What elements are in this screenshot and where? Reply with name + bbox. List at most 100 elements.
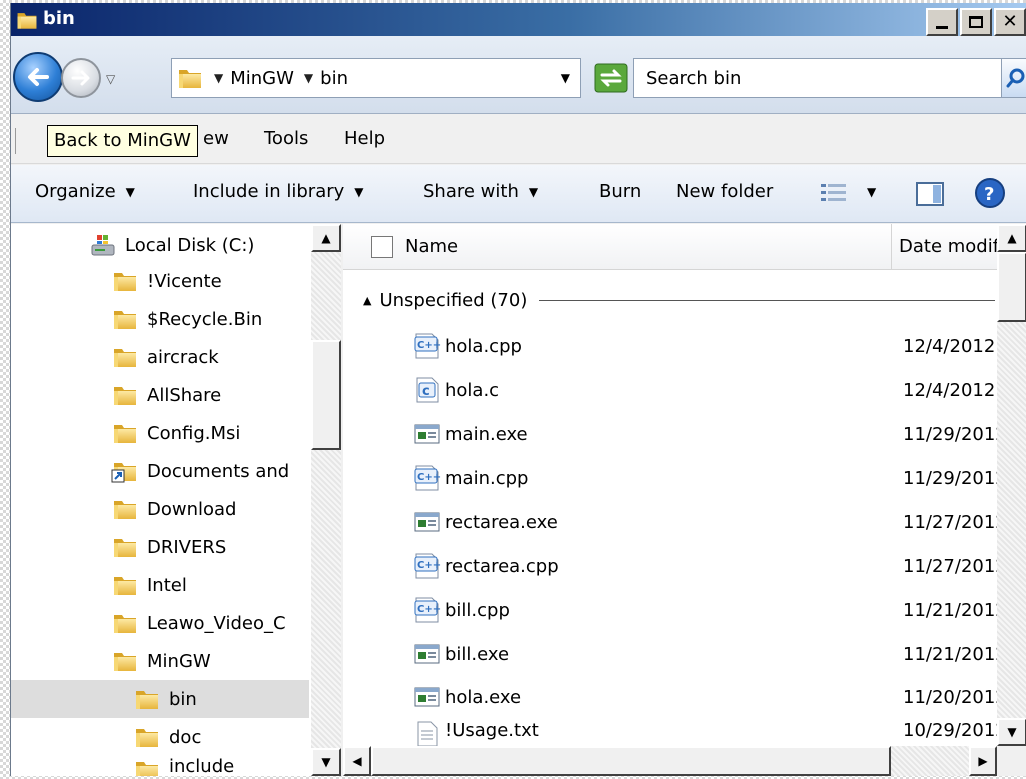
file-row[interactable]: bill.exe 11/21/2012 [413,634,1013,674]
folder-icon [111,343,139,371]
file-row[interactable]: hola.c 12/4/2012 ‹ [413,370,1013,410]
folder-icon [111,419,139,447]
group-header[interactable]: ▲ Unspecified (70) [363,290,1003,311]
folder-icon [176,64,204,92]
column-divider[interactable] [891,224,892,270]
preview-pane-icon[interactable] [915,180,945,208]
tree-item-recycle-bin[interactable]: $Recycle.Bin [111,300,311,338]
file-row[interactable]: main.cpp 11/29/2012 [413,458,1013,498]
tree-item-label: Download [147,498,237,520]
menu-help[interactable]: Help [344,128,385,149]
chevron-down-icon[interactable]: ▼ [867,185,876,199]
include-in-library-button[interactable]: Include in library ▼ [193,181,364,202]
file-row[interactable]: hola.exe 11/20/2012 [413,677,1013,717]
tree-item-leawo[interactable]: Leawo_Video_C [111,604,311,642]
cpp-file-icon [413,552,441,580]
menu-tools[interactable]: Tools [264,128,308,149]
file-row[interactable]: bill.cpp 11/21/2012 [413,590,1013,630]
file-date: 12/4/2012 ‹ [903,335,1009,357]
navigation-pane: Local Disk (C:) !Vicente $Recycle.Bin ai… [11,224,341,776]
share-with-button[interactable]: Share with ▼ [423,181,538,202]
horizontal-scrollbar[interactable]: ◀ ▶ [343,746,997,776]
file-row[interactable]: rectarea.cpp 11/27/2012 [413,546,1013,586]
chevron-down-icon[interactable]: ▼ [304,71,313,85]
breadcrumb-mingw[interactable]: ▼ MinGW [214,68,294,89]
breadcrumb-bin[interactable]: ▼ bin [304,68,348,89]
tree-item-config-msi[interactable]: Config.Msi [111,414,311,452]
file-date: 11/29/2012 [903,423,1007,445]
file-date: 11/29/2012 [903,467,1007,489]
address-dropdown-icon[interactable]: ▼ [561,71,570,85]
folder-icon [111,305,139,333]
close-button[interactable]: ✕ [994,8,1026,36]
tree-item-label: DRIVERS [147,536,227,558]
tree-item-drivers[interactable]: DRIVERS [111,528,311,566]
file-row[interactable]: hola.cpp 12/4/2012 ‹ [413,326,1013,366]
tree-item-aircrack[interactable]: aircrack [111,338,311,376]
tree-item-doc[interactable]: doc [133,718,309,756]
search-button[interactable] [1001,58,1026,98]
back-button[interactable] [13,52,63,102]
scrollbar-corner [997,746,1026,776]
file-row[interactable]: rectarea.exe 11/27/2012 [413,502,1013,542]
view-details-icon[interactable] [819,181,849,205]
chevron-down-icon[interactable]: ▼ [214,71,223,85]
collapse-triangle-icon[interactable]: ▲ [363,294,371,307]
tree-item-intel[interactable]: Intel [111,566,311,604]
svg-text:?: ? [984,184,994,205]
minimize-button[interactable] [926,8,958,36]
menu-view[interactable]: ew [203,128,229,149]
tree-item-bin[interactable]: bin [11,680,309,718]
organize-button[interactable]: Organize ▼ [35,181,135,202]
cpp-file-icon [413,596,441,624]
column-name[interactable]: Name [405,236,458,257]
tree-item-allshare[interactable]: AllShare [111,376,311,414]
burn-button[interactable]: Burn [599,181,641,202]
tree-item-label: bin [169,688,197,710]
file-name: rectarea.exe [445,511,558,533]
tree-item-include[interactable]: include [133,756,309,776]
recent-pages-dropdown[interactable]: ▽ [106,72,115,86]
select-all-checkbox[interactable] [371,236,393,258]
navigation-scrollbar[interactable]: ▲ ▼ [311,224,341,776]
horizontal-scroll-thumb[interactable] [371,746,891,776]
address-row: ▽ ▼ MinGW ▼ bin ▼ Search bin [11,36,1026,114]
column-date-modified[interactable]: Date modifi [899,236,1004,257]
address-bar[interactable]: ▼ MinGW ▼ bin ▼ [171,58,581,98]
help-icon[interactable]: ? [974,177,1006,209]
new-folder-button[interactable]: New folder [676,181,773,202]
scroll-thumb[interactable] [997,252,1026,322]
file-list: Name Date modifi ▲ Unspecified (70) hola… [343,224,1026,776]
scroll-down-icon[interactable]: ▼ [997,718,1026,746]
minimize-icon [936,25,948,29]
tree-item-documents-and-settings[interactable]: Documents and [111,452,311,490]
tree-item-download[interactable]: Download [111,490,311,528]
share-label: Share with [423,181,519,202]
title-bar[interactable]: bin ✕ [11,3,1026,36]
tree-item-label: aircrack [147,346,219,368]
window-title: bin [43,8,75,29]
navigation-buttons: ▽ [11,48,161,106]
scroll-thumb[interactable] [311,340,341,450]
file-row[interactable]: main.exe 11/29/2012 [413,414,1013,454]
file-name: hola.c [445,379,500,401]
scroll-down-icon[interactable]: ▼ [311,748,341,776]
tree-item-vicente[interactable]: !Vicente [111,262,311,300]
drive-icon [89,231,117,259]
file-name: hola.cpp [445,335,522,357]
scroll-up-icon[interactable]: ▲ [311,224,341,252]
scroll-up-icon[interactable]: ▲ [997,224,1026,252]
refresh-button[interactable] [591,60,631,96]
search-input[interactable]: Search bin [633,58,1003,98]
file-date: 10/29/2012 [903,720,1007,741]
maximize-button[interactable] [960,8,992,36]
file-list-scrollbar[interactable]: ▲ ▼ [997,224,1026,746]
tree-item-local-disk[interactable]: Local Disk (C:) [89,226,309,264]
file-date: 11/21/2012 [903,643,1007,665]
tree-item-mingw[interactable]: MinGW [111,642,311,680]
forward-button[interactable] [61,58,101,98]
folder-icon [111,381,139,409]
scroll-left-icon[interactable]: ◀ [343,746,371,776]
file-row[interactable]: !Usage.txt 10/29/2012 [413,720,1013,746]
scroll-right-icon[interactable]: ▶ [969,746,997,776]
